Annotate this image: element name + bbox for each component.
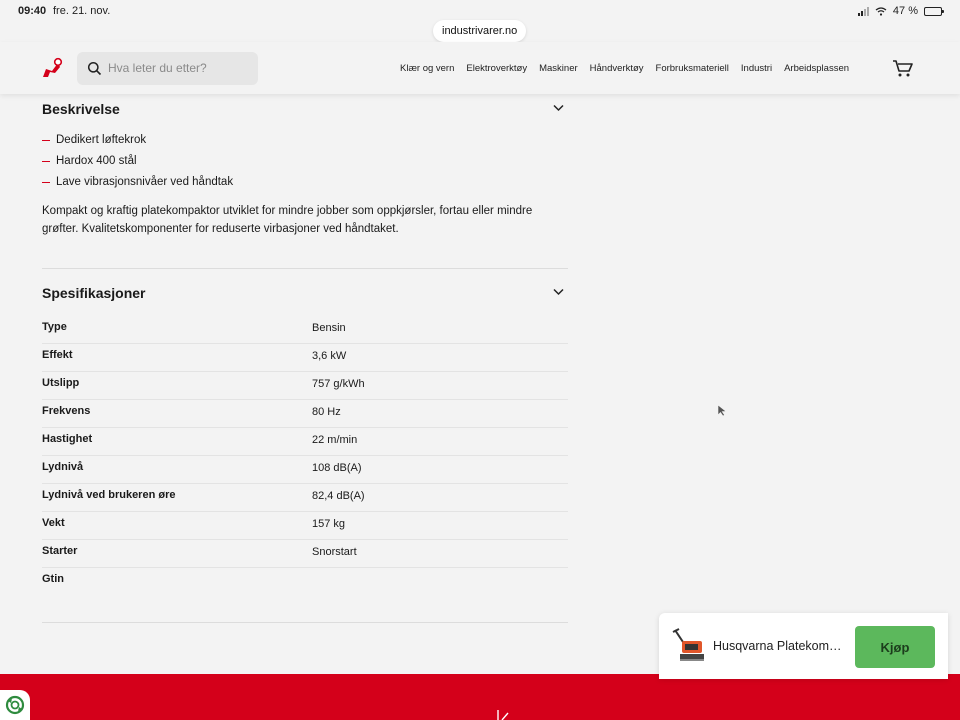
spec-label: Type (42, 321, 67, 333)
spec-label: Lydnivå ved brukeren øre (42, 489, 176, 501)
bullet-text: Hardox 400 stål (56, 155, 137, 167)
bullet-text: Lave vibrasjonsnivåer ved håndtak (56, 176, 234, 188)
description-text: Kompakt og kraftig platekompaktor utvikl… (42, 205, 533, 235)
nav-item-handverktoy[interactable]: Håndverktøy (590, 63, 644, 74)
spec-label: Lydnivå (42, 461, 84, 473)
nav-item-elektroverktoy[interactable]: Elektroverktøy (466, 63, 527, 74)
status-bar: 09:40 fre. 21. nov. 47 % (0, 0, 960, 22)
site-logo[interactable] (40, 57, 64, 81)
specifications-section: Spesifikasjoner Type Bensin Effekt 3,6 kW … (42, 268, 568, 596)
product-name: Husqvarna Platekompaktor (713, 639, 843, 653)
description-accordion-header[interactable]: Beskrivelse (42, 94, 568, 124)
table-row: Gtin (42, 568, 568, 596)
description-bullets: Dedikert løftekrok Hardox 400 stål Lave … (42, 130, 568, 193)
dash-icon (42, 140, 50, 141)
nav-item-maskiner[interactable]: Maskiner (539, 63, 578, 74)
chevron-down-icon (553, 288, 564, 296)
table-row: Frekvens 80 Hz (42, 400, 568, 428)
product-thumbnail[interactable] (671, 627, 705, 663)
section-divider (42, 622, 568, 623)
spec-value: 157 kg (312, 518, 346, 530)
cart-icon[interactable] (892, 58, 914, 78)
search-placeholder: Hva leter du etter? (108, 61, 207, 75)
table-row: Lydnivå 108 dB(A) (42, 456, 568, 484)
spec-value: 80 Hz (312, 406, 341, 418)
spec-value: 82,4 dB(A) (312, 490, 365, 502)
table-row: Starter Snorstart (42, 540, 568, 568)
status-time: 09:40 (18, 5, 47, 17)
spec-value: 22 m/min (312, 434, 358, 446)
specifications-title: Spesifikasjoner (42, 285, 146, 301)
cellular-signal-icon (857, 6, 869, 16)
url-bar[interactable]: industrivarer.no (433, 20, 527, 42)
spec-label: Hastighet (42, 433, 93, 445)
spec-value: Bensin (312, 322, 346, 334)
spec-value: Snorstart (312, 546, 357, 558)
spec-table: Type Bensin Effekt 3,6 kW Utslipp 757 g/kWh… (42, 316, 568, 596)
battery-icon (924, 6, 944, 16)
spec-label: Starter (42, 545, 78, 557)
spec-label: Vekt (42, 517, 65, 529)
dash-icon (42, 161, 50, 162)
eco-badge[interactable] (0, 690, 30, 720)
list-item: Dedikert løftekrok (42, 130, 568, 151)
nav-item-industri[interactable]: Industri (741, 63, 772, 74)
bullet-text: Dedikert løftekrok (56, 134, 147, 146)
main-nav: Klær og vern Elektroverktøy Maskiner Hån… (400, 63, 849, 74)
wifi-icon (875, 6, 887, 16)
nav-item-klaer-og-vern[interactable]: Klær og vern (400, 63, 454, 74)
status-date: fre. 21. nov. (53, 5, 111, 17)
spec-label: Utslipp (42, 377, 80, 389)
search-field[interactable]: Hva leter du etter? (77, 52, 258, 85)
nav-item-arbeidsplassen[interactable]: Arbeidsplassen (784, 63, 849, 74)
spec-label: Effekt (42, 349, 73, 361)
table-row: Hastighet 22 m/min (42, 428, 568, 456)
spec-value: 108 dB(A) (312, 462, 362, 474)
battery-percent: 47 % (892, 5, 918, 17)
site-footer (0, 674, 960, 720)
product-details: Beskrivelse Dedikert løftekrok Hardox 40… (42, 94, 568, 596)
nav-item-forbruksmateriell[interactable]: Forbruksmateriell (656, 63, 729, 74)
mouse-pointer-icon (717, 404, 727, 417)
recycle-icon (5, 695, 25, 715)
status-right: 47 % (857, 5, 944, 17)
list-item: Lave vibrasjonsnivåer ved håndtak (42, 172, 568, 193)
buy-button[interactable]: Kjøp (855, 626, 935, 668)
search-icon (87, 61, 102, 76)
dash-icon (42, 182, 50, 183)
spec-label: Gtin (42, 573, 64, 585)
table-row: Lydnivå ved brukeren øre 82,4 dB(A) (42, 484, 568, 512)
chevron-down-icon (553, 104, 564, 112)
spec-label: Frekvens (42, 405, 91, 417)
table-row: Type Bensin (42, 316, 568, 344)
site-header: Hva leter du etter? Klær og vern Elektro… (0, 42, 960, 94)
table-row: Effekt 3,6 kW (42, 344, 568, 372)
sticky-buy-bar: Husqvarna Platekompaktor Kjøp (659, 613, 948, 679)
footer-logo-icon (497, 710, 509, 720)
specifications-accordion-header[interactable]: Spesifikasjoner (42, 278, 568, 308)
table-row: Utslipp 757 g/kWh (42, 372, 568, 400)
spec-value: 3,6 kW (312, 350, 347, 362)
description-title: Beskrivelse (42, 101, 120, 117)
table-row: Vekt 157 kg (42, 512, 568, 540)
spec-value: 757 g/kWh (312, 378, 365, 390)
list-item: Hardox 400 stål (42, 151, 568, 172)
